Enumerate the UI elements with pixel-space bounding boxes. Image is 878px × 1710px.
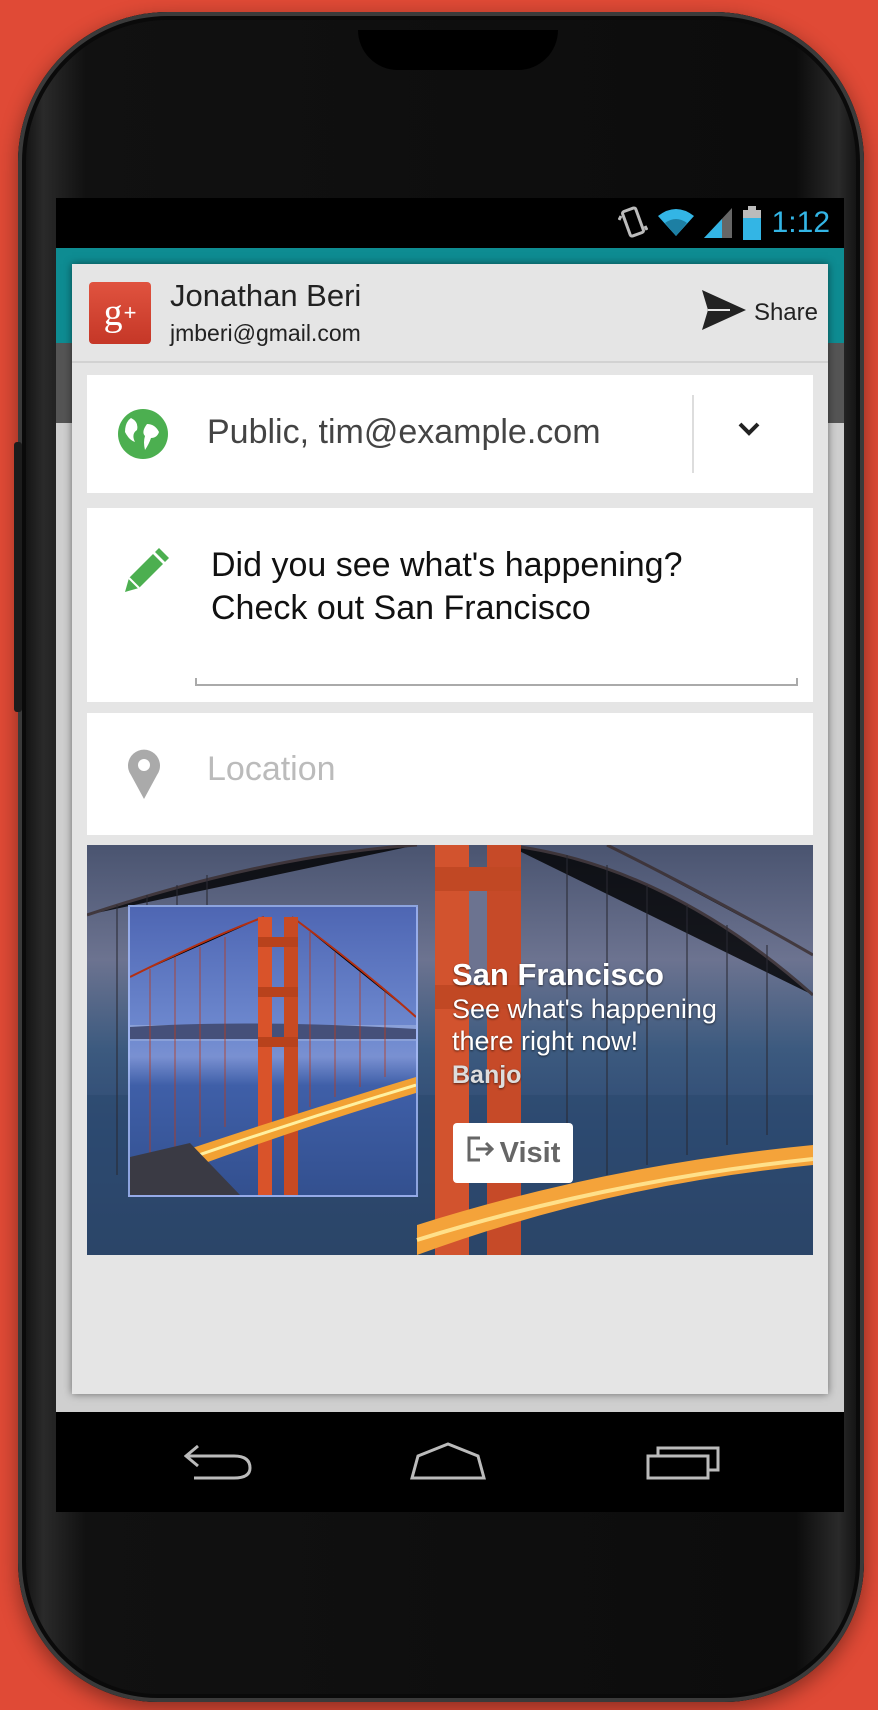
preview-title: San Francisco (452, 957, 664, 992)
vibrate-icon (617, 206, 648, 240)
google-plus-logo: g + (89, 282, 151, 344)
share-button[interactable]: Share (700, 288, 818, 338)
clock: 1:12 (771, 206, 830, 239)
side-button (14, 442, 22, 712)
location-card[interactable] (87, 713, 813, 835)
home-icon[interactable] (410, 1442, 486, 1487)
earpiece-speaker (358, 30, 558, 70)
visit-label: Visit (499, 1136, 561, 1169)
message-underline (195, 678, 798, 686)
status-bar: 1:12 (56, 198, 844, 248)
location-input[interactable] (205, 749, 789, 790)
background-app: g+ Jonathan Beri jmberi@gmail.com Share (56, 248, 844, 1412)
battery-icon (742, 206, 762, 240)
share-header: g + Jonathan Beri jmberi@gmail.com Share (72, 264, 828, 363)
recent-apps-icon[interactable] (646, 1442, 722, 1487)
globe-icon (117, 408, 169, 465)
visit-button[interactable]: Visit (453, 1123, 573, 1183)
share-sheet: g+ Jonathan Beri jmberi@gmail.com Share (72, 264, 828, 1394)
divider (692, 395, 694, 473)
screen: 1:12 g + Jonathan Beri jmberi@gmail.com S… (56, 198, 844, 1412)
pencil-icon (121, 548, 169, 601)
signal-icon (703, 208, 732, 238)
wifi-icon (657, 208, 694, 238)
message-card: Did you see what's happening? Check out … (87, 508, 813, 702)
back-icon[interactable] (183, 1442, 254, 1487)
preview-source: Banjo (452, 1061, 522, 1089)
pin-icon (127, 749, 161, 804)
share-label: Share (753, 299, 818, 326)
preview-description: See what's happening there right now! (452, 994, 717, 1056)
preview-thumbnail (128, 905, 418, 1197)
link-preview[interactable]: San Francisco See what's happening there… (87, 845, 813, 1255)
navigation-bar (56, 1412, 844, 1512)
audience-text: Public, tim@example.com (207, 413, 601, 451)
send-icon (700, 288, 748, 339)
user-name: Jonathan Beri (170, 278, 362, 313)
user-email: jmberi@gmail.com (170, 320, 361, 346)
chevron-down-icon[interactable] (737, 421, 761, 442)
audience-selector[interactable]: Public, tim@example.com (87, 375, 813, 493)
open-external-icon (466, 1134, 496, 1172)
message-text[interactable]: Did you see what's happening? Check out … (211, 544, 682, 630)
